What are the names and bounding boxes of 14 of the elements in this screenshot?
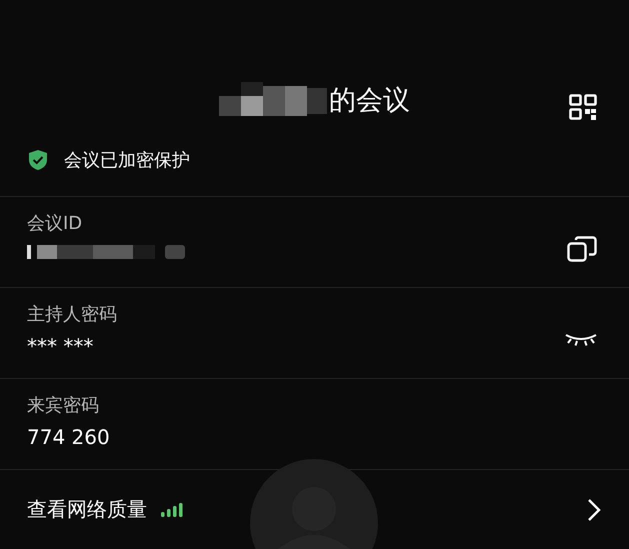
field-value: 774 260 xyxy=(27,425,110,449)
field-label: 会议ID xyxy=(27,212,84,235)
closed-eye-icon[interactable] xyxy=(565,333,597,347)
copy-icon[interactable] xyxy=(567,236,597,262)
encryption-status: 会议已加密保护 xyxy=(64,149,190,172)
signal-icon xyxy=(161,502,183,516)
shield-check-icon xyxy=(28,149,48,171)
qr-code-icon[interactable] xyxy=(569,94,597,120)
field-value: *** *** xyxy=(27,334,94,358)
field-label: 来宾密码 xyxy=(27,394,100,417)
field-label: 主持人密码 xyxy=(27,303,117,326)
chevron-right-icon[interactable] xyxy=(587,498,601,522)
meeting-title: 的会议 xyxy=(329,84,410,118)
network-quality-link[interactable]: 查看网络质量 xyxy=(27,496,147,523)
